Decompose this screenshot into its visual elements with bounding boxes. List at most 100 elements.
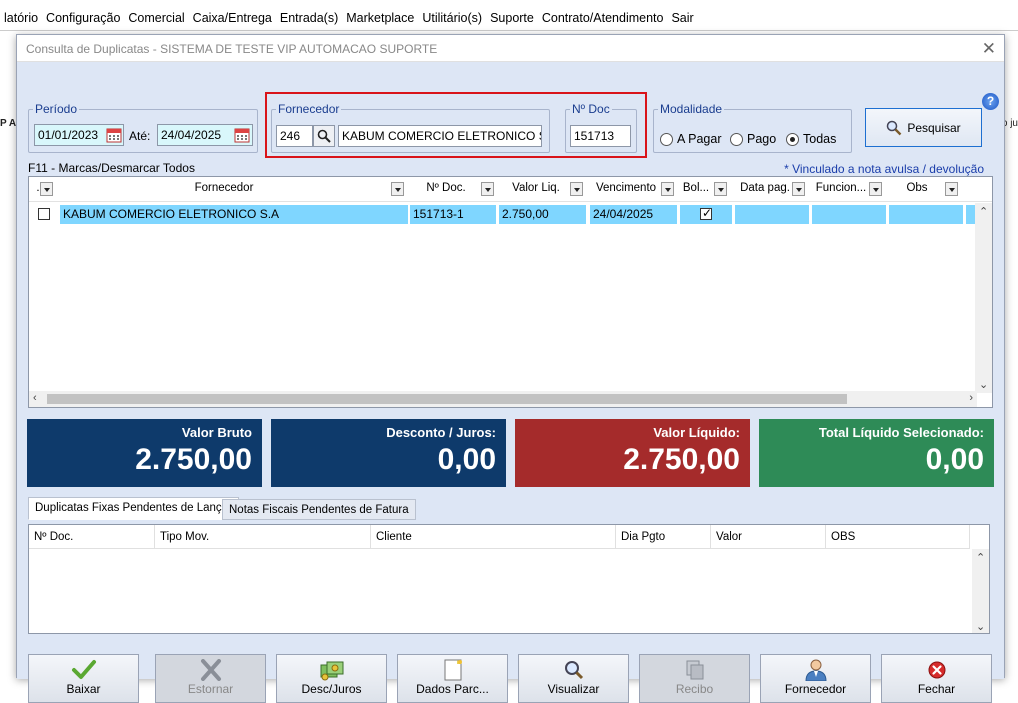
dialog-body: Período 01/01/2023 Até: 24/04/2025 Forne… [17,62,1004,703]
chevron-down-icon[interactable] [481,182,494,196]
chevron-down-icon[interactable] [391,182,404,196]
radio-a-pagar[interactable]: A Pagar [660,132,721,146]
cell-funcionario [812,205,886,224]
recibo-button[interactable]: Recibo [639,654,750,703]
col-header-boleto[interactable]: Bol... [681,182,711,194]
check-icon [71,660,96,679]
col-header-vencimento[interactable]: Vencimento [591,182,661,194]
col-header-data-pag[interactable]: Data pag. [737,182,793,194]
radio-a-pagar-label: A Pagar [677,132,722,146]
table-row[interactable]: KABUM COMERCIO ELETRONICO S.A 151713-1 2… [29,205,977,225]
chevron-down-icon[interactable] [40,182,53,196]
card-valor-liquido: Valor Líquido: 2.750,00 [515,419,750,487]
visualizar-button[interactable]: Visualizar [518,654,629,703]
pendentes-grid: Nº Doc. Tipo Mov. Cliente Dia Pgto Valor… [28,524,990,634]
dialog-title: Consulta de Duplicatas - SISTEMA DE TEST… [26,42,438,56]
boleto-checkbox[interactable] [700,206,712,220]
radio-dot [660,132,673,146]
chevron-down-icon[interactable] [792,182,805,196]
fechar-button[interactable]: Fechar [881,654,992,703]
col-header-cliente[interactable]: Cliente [371,525,616,549]
scrollbar-thumb[interactable] [47,394,847,404]
card-valor-bruto: Valor Bruto 2.750,00 [27,419,262,487]
close-icon[interactable]: ✕ [982,39,996,59]
col-header-ndoc[interactable]: Nº Doc. [411,182,481,194]
card-valor-bruto-label: Valor Bruto [181,425,252,440]
col-header-valor[interactable]: Valor [711,525,826,549]
menu-comercial[interactable]: Comercial [124,11,188,25]
cell-vencimento: 24/04/2025 [590,205,677,224]
col-header-fornecedor[interactable]: Fornecedor [89,182,359,194]
col-header-tipo-mov[interactable]: Tipo Mov. [155,525,371,549]
help-icon[interactable]: ? [982,93,999,110]
card-desconto-label: Desconto / Juros: [386,425,496,440]
highlight-box [265,92,647,158]
chevron-down-icon[interactable] [945,182,958,196]
cell-valor: 2.750,00 [499,205,586,224]
menu-suporte[interactable]: Suporte [486,11,538,25]
menu-entradas[interactable]: Entrada(s) [276,11,342,25]
radio-pago-label: Pago [747,132,777,146]
calendar-icon[interactable] [234,127,250,143]
cell-fornecedor: KABUM COMERCIO ELETRONICO S.A [60,205,408,224]
modalidade-legend: Modalidade [660,102,723,116]
pesquisar-button[interactable]: Pesquisar [865,108,982,147]
fornecedor-button[interactable]: Fornecedor [760,654,871,703]
duplicatas-grid: . Fornecedor Nº Doc. Valor Liq. Vencimen… [28,176,993,408]
tab-duplicatas-fixas[interactable]: Duplicatas Fixas Pendentes de Lançar [28,497,239,520]
note-icon [444,659,462,681]
dados-parc-button[interactable]: Dados Parc... [397,654,508,703]
chevron-down-icon[interactable]: ⌄ [979,378,988,391]
menu-configuracao[interactable]: Configuração [42,11,124,25]
chevron-right-icon[interactable]: › [969,392,973,404]
chevron-up-icon[interactable]: ⌃ [979,205,988,218]
menu-sair[interactable]: Sair [667,11,697,25]
chevron-up-icon[interactable]: ⌃ [976,551,985,564]
col-header-dia-pgto[interactable]: Dia Pgto [616,525,711,549]
menu-marketplace[interactable]: Marketplace [342,11,418,25]
consulta-duplicatas-dialog: Consulta de Duplicatas - SISTEMA DE TEST… [16,34,1005,703]
grid-horizontal-scrollbar[interactable]: ‹ › [29,391,977,407]
row-checkbox[interactable] [38,208,50,220]
radio-todas[interactable]: Todas [786,132,836,146]
calendar-icon[interactable] [106,127,122,143]
x-icon [200,659,221,681]
chevron-down-icon[interactable]: ⌄ [976,620,985,633]
desc-juros-button[interactable]: Desc/Juros [276,654,387,703]
cell-boleto [680,205,732,224]
col-header-valor[interactable]: Valor Liq. [501,182,571,194]
radio-pago[interactable]: Pago [730,132,776,146]
grid-header: . Fornecedor Nº Doc. Valor Liq. Vencimen… [29,177,992,202]
person-icon [804,659,827,681]
radio-todas-label: Todas [803,132,837,146]
chevron-down-icon[interactable] [714,182,727,196]
chevron-down-icon[interactable] [869,182,882,196]
menu-relatorio[interactable]: latório [0,11,42,25]
card-total-selecionado: Total Líquido Selecionado: 0,00 [759,419,994,487]
menu-utilitarios[interactable]: Utilitário(s) [418,11,486,25]
tab-notas-fiscais[interactable]: Notas Fiscais Pendentes de Fatura [222,499,416,520]
grid-vertical-scrollbar[interactable]: ⌃ ⌄ [975,203,992,393]
col-header-obs[interactable]: OBS [826,525,970,549]
pendentes-vertical-scrollbar[interactable]: ⌃ ⌄ [972,549,989,633]
radio-dot [730,132,743,146]
pesquisar-label: Pesquisar [907,120,961,135]
f11-hint: F11 - Marcas/Desmarcar Todos [28,161,195,175]
main-menubar: latório Configuração Comercial Caixa/Ent… [0,6,1018,30]
col-header-obs[interactable]: Obs [889,182,945,194]
estornar-button[interactable]: Estornar [155,654,266,703]
magnifier-icon [887,120,902,135]
col-header-ndoc[interactable]: Nº Doc. [29,525,155,549]
card-total-value: 0,00 [925,443,984,476]
card-desconto-juros: Desconto / Juros: 0,00 [271,419,506,487]
menu-caixa-entrega[interactable]: Caixa/Entrega [189,11,276,25]
chevron-left-icon[interactable]: ‹ [33,392,37,404]
chevron-down-icon[interactable] [661,182,674,196]
card-valor-liquido-value: 2.750,00 [623,443,740,476]
col-header-funcionario[interactable]: Funcion... [813,182,869,194]
periodo-until-label: Até: [129,129,151,143]
menu-contrato-atendimento[interactable]: Contrato/Atendimento [538,11,668,25]
chevron-down-icon[interactable] [570,182,583,196]
card-valor-bruto-value: 2.750,00 [135,443,252,476]
baixar-button[interactable]: Baixar [28,654,139,703]
